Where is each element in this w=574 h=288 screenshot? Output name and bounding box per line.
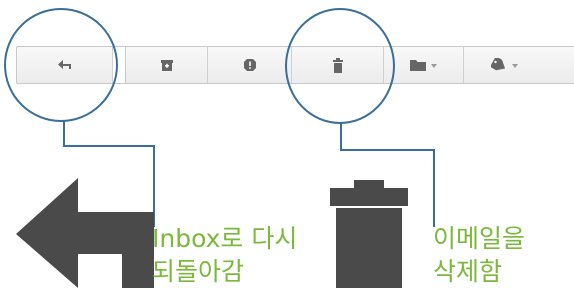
archive-button[interactable] (126, 47, 208, 83)
back-to-inbox-label-line2: 되돌아감 (152, 257, 245, 286)
chevron-down-icon (431, 63, 437, 68)
delete-email-label-line1: 이메일을 (433, 224, 526, 253)
delete-email-label-line2: 삭제함 (433, 257, 503, 286)
reply-leader-line (63, 145, 155, 147)
delete-leader-line (433, 149, 435, 227)
delete-leader-line (340, 149, 435, 151)
delete-callout-circle (285, 8, 395, 124)
reply-callout-circle (4, 8, 118, 122)
back-to-inbox-label-line1: Inbox로 다시 (152, 224, 298, 253)
large-reply-icon (16, 178, 154, 288)
delete-leader-line (340, 123, 342, 151)
folder-icon (410, 60, 426, 71)
move-to-button[interactable] (384, 47, 464, 83)
report-spam-button[interactable] (208, 47, 292, 83)
exclamation-icon (243, 59, 256, 71)
large-trash-icon (330, 180, 408, 288)
chevron-down-icon (511, 63, 518, 68)
labels-button[interactable] (464, 47, 544, 83)
archive-icon (160, 59, 173, 71)
reply-leader-line (63, 121, 65, 147)
tag-icon (490, 58, 505, 71)
